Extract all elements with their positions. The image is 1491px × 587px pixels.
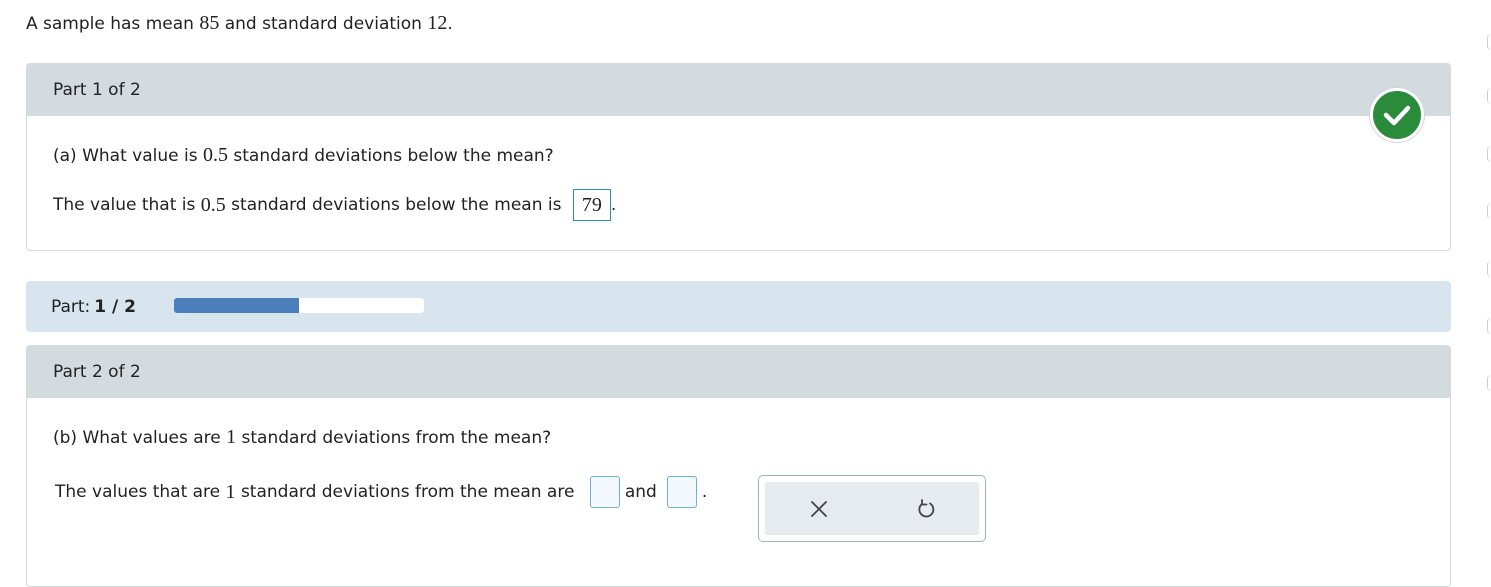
part-1-question: (a) What value is 0.5 standard deviation… [53,144,554,167]
part-1-answer-prefix: The value that is [53,195,201,215]
part-1-answer-field[interactable]: 79 [572,189,611,221]
part-2-answer-line: The values that are 1 standard deviation… [55,476,707,508]
part-2-header: Part 2 of 2 [27,346,1450,398]
part-1-question-suffix: standard deviations below the mean? [227,145,554,166]
progress-track [174,298,424,313]
part-2-answer-prefix: The values that are [55,482,226,502]
part-1-answer-line: The value that is 0.5 standard deviation… [53,189,616,221]
clear-button[interactable] [799,489,839,529]
part-1-question-k: 0.5 [202,144,228,166]
intro-middle: and standard deviation [219,14,428,34]
and-text: and [624,482,657,502]
problem-statement: A sample has mean 85 and standard deviat… [26,12,453,35]
intro-suffix: . [447,14,453,34]
side-nav-tick[interactable] [1487,203,1491,219]
part-1-answer-k: 0.5 [200,193,226,216]
side-nav-tick[interactable] [1487,34,1491,50]
part-2-question-k: 1 [226,426,237,448]
part-2-answer-suffix: standard deviations from the mean are [235,482,580,502]
progress-label: Part: [51,296,91,317]
undo-icon [917,498,934,517]
answer-tools-inner [765,482,979,535]
reset-button[interactable] [906,489,946,529]
side-nav-tick[interactable] [1487,88,1491,104]
intro-mean: 85 [199,12,220,34]
part-1-card: Part 1 of 2 (a) What value is 0.5 standa… [26,63,1451,251]
side-nav-tick[interactable] [1487,318,1491,334]
side-nav-tick[interactable] [1487,261,1491,277]
close-icon [810,500,827,517]
part-2-question-prefix: (b) What values are [53,427,227,448]
side-nav-tick[interactable] [1487,146,1491,162]
intro-prefix: A sample has mean [26,14,200,34]
checkmark-glyph [1383,105,1411,126]
check-circle-icon [1370,88,1424,142]
part-2-answer-end: . [701,482,708,502]
part-2-question: (b) What values are 1 standard deviation… [53,426,551,449]
part-1-title: Part 1 of 2 [53,80,141,100]
part-1-header: Part 1 of 2 [27,64,1450,116]
progress-fill [174,298,299,313]
part-1-answer-suffix: standard deviations below the mean is [225,195,567,215]
part-2-question-suffix: standard deviations from the mean? [236,427,552,448]
part-2-title: Part 2 of 2 [53,362,141,382]
lower-value-input[interactable] [589,476,620,508]
side-nav-tick[interactable] [1487,375,1491,391]
upper-value-input[interactable] [666,476,697,508]
part-1-answer-end: . [610,195,617,215]
part-2-card: Part 2 of 2 (b) What values are 1 standa… [26,345,1451,587]
intro-sd: 12 [427,12,448,34]
part-1-question-prefix: (a) What value is [53,145,203,166]
answer-tools-panel [758,475,986,542]
part-2-answer-k: 1 [225,480,236,503]
progress-section: Part: 1 / 2 [26,281,1451,332]
progress-value: 1 / 2 [94,296,136,317]
